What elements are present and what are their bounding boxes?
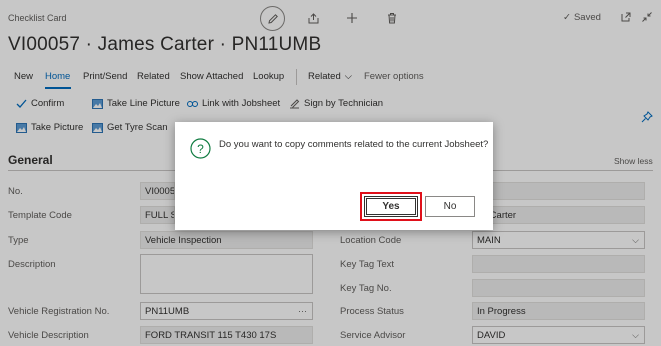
svg-text:?: ? — [197, 142, 204, 156]
no-button[interactable]: No — [425, 196, 475, 217]
dialog-message: Do you want to copy comments related to … — [219, 139, 489, 150]
yes-button[interactable]: Yes — [364, 196, 418, 217]
confirm-dialog: ? Do you want to copy comments related t… — [175, 122, 493, 230]
question-icon: ? — [190, 138, 211, 159]
